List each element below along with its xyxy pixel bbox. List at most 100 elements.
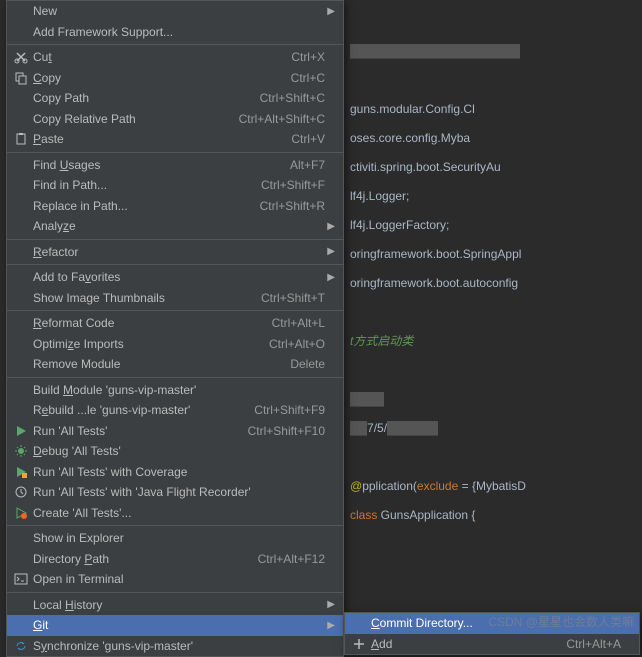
menu-separator <box>7 264 343 265</box>
menu-separator <box>7 377 343 378</box>
obscured-text: ████████████████████ <box>350 44 520 58</box>
menu-item-run-all-tests-with-java-flight-recorder[interactable]: Run 'All Tests' with 'Java Flight Record… <box>7 482 343 503</box>
paste-icon <box>11 132 31 146</box>
menu-item-local-history[interactable]: Local History▶ <box>7 595 343 616</box>
menu-item-optimize-imports[interactable]: Optimize ImportsCtrl+Alt+O <box>7 334 343 355</box>
plus-icon <box>349 637 369 651</box>
menu-shortcut: Ctrl+Alt+Shift+C <box>231 112 325 126</box>
menu-item-run-all-tests-with-coverage[interactable]: Run 'All Tests' with Coverage <box>7 462 343 483</box>
menu-item-label: Refactor <box>31 245 325 259</box>
menu-item-open-in-terminal[interactable]: Open in Terminal <box>7 569 343 590</box>
coverage-icon <box>11 465 31 479</box>
submenu-arrow-icon: ▶ <box>325 246 335 257</box>
menu-shortcut: Ctrl+V <box>283 132 325 146</box>
menu-item-label: Add to Favorites <box>31 270 325 284</box>
context-menu[interactable]: New▶Add Framework Support...CutCtrl+XCop… <box>6 0 344 657</box>
menu-item-label: Find Usages <box>31 158 282 172</box>
menu-shortcut: Alt+F7 <box>282 158 325 172</box>
menu-shortcut: Ctrl+Alt+O <box>261 337 325 351</box>
menu-item-label: Build Module 'guns-vip-master' <box>31 383 325 397</box>
menu-item-label: Rebuild ...le 'guns-vip-master' <box>31 403 246 417</box>
menu-item-synchronize-guns-vip-master[interactable]: Synchronize 'guns-vip-master' <box>7 636 343 657</box>
menu-shortcut: Ctrl+Shift+F10 <box>240 424 325 438</box>
menu-item-label: Synchronize 'guns-vip-master' <box>31 639 325 653</box>
terminal-icon <box>11 572 31 586</box>
menu-item-label: Reformat Code <box>31 316 264 330</box>
menu-item-add-to-favorites[interactable]: Add to Favorites▶ <box>7 267 343 288</box>
menu-item-label: Optimize Imports <box>31 337 261 351</box>
menu-item-add[interactable]: AddCtrl+Alt+A <box>345 634 639 655</box>
cut-icon <box>11 50 31 64</box>
menu-shortcut: Ctrl+Shift+R <box>252 199 325 213</box>
menu-separator <box>7 592 343 593</box>
menu-item-debug-all-tests[interactable]: Debug 'All Tests' <box>7 441 343 462</box>
menu-item-label: New <box>31 4 325 18</box>
menu-item-new[interactable]: New▶ <box>7 1 343 22</box>
menu-shortcut: Delete <box>282 357 325 371</box>
menu-item-analyze[interactable]: Analyze▶ <box>7 216 343 237</box>
menu-item-label: Show in Explorer <box>31 531 325 545</box>
menu-item-show-in-explorer[interactable]: Show in Explorer <box>7 528 343 549</box>
menu-shortcut: Ctrl+Shift+F <box>253 178 325 192</box>
menu-item-copy[interactable]: CopyCtrl+C <box>7 68 343 89</box>
menu-separator <box>7 152 343 153</box>
menu-separator <box>7 310 343 311</box>
sync-icon <box>11 639 31 653</box>
submenu-arrow-icon: ▶ <box>325 620 335 631</box>
menu-item-copy-path[interactable]: Copy PathCtrl+Shift+C <box>7 88 343 109</box>
menu-shortcut: Ctrl+Shift+C <box>252 91 325 105</box>
menu-item-find-usages[interactable]: Find UsagesAlt+F7 <box>7 155 343 176</box>
menu-item-label: Analyze <box>31 219 325 233</box>
menu-item-copy-relative-path[interactable]: Copy Relative PathCtrl+Alt+Shift+C <box>7 109 343 130</box>
menu-item-remove-module[interactable]: Remove ModuleDelete <box>7 354 343 375</box>
menu-item-cut[interactable]: CutCtrl+X <box>7 47 343 68</box>
menu-separator <box>7 44 343 45</box>
menu-item-run-all-tests[interactable]: Run 'All Tests'Ctrl+Shift+F10 <box>7 421 343 442</box>
menu-item-label: Copy Path <box>31 91 252 105</box>
menu-shortcut: Ctrl+Alt+F12 <box>250 552 325 566</box>
watermark: CSDN @星星也会数人类嘛 <box>488 613 634 630</box>
menu-item-label: Run 'All Tests' with 'Java Flight Record… <box>31 485 325 499</box>
submenu-arrow-icon: ▶ <box>325 272 335 283</box>
menu-item-label: Debug 'All Tests' <box>31 444 325 458</box>
copy-icon <box>11 71 31 85</box>
menu-item-label: Run 'All Tests' with Coverage <box>31 465 325 479</box>
menu-item-label: Remove Module <box>31 357 282 371</box>
menu-item-label: Replace in Path... <box>31 199 252 213</box>
menu-item-rebuild-le-guns-vip-master[interactable]: Rebuild ...le 'guns-vip-master'Ctrl+Shif… <box>7 400 343 421</box>
menu-item-label: Copy <box>31 71 283 85</box>
menu-item-reformat-code[interactable]: Reformat CodeCtrl+Alt+L <box>7 313 343 334</box>
menu-item-label: Create 'All Tests'... <box>31 506 325 520</box>
submenu-arrow-icon: ▶ <box>325 221 335 232</box>
menu-shortcut: Ctrl+Alt+A <box>558 637 621 651</box>
menu-item-directory-path[interactable]: Directory PathCtrl+Alt+F12 <box>7 549 343 570</box>
menu-item-replace-in-path[interactable]: Replace in Path...Ctrl+Shift+R <box>7 196 343 217</box>
debug-icon <box>11 444 31 458</box>
menu-item-label: Local History <box>31 598 325 612</box>
menu-item-show-image-thumbnails[interactable]: Show Image ThumbnailsCtrl+Shift+T <box>7 288 343 309</box>
jfr-icon <box>11 485 31 499</box>
menu-item-find-in-path[interactable]: Find in Path...Ctrl+Shift+F <box>7 175 343 196</box>
menu-item-label: Paste <box>31 132 283 146</box>
run-icon <box>11 424 31 438</box>
menu-item-label: Copy Relative Path <box>31 112 231 126</box>
menu-item-add-framework-support[interactable]: Add Framework Support... <box>7 22 343 43</box>
menu-item-label: Show Image Thumbnails <box>31 291 253 305</box>
menu-item-label: Find in Path... <box>31 178 253 192</box>
menu-item-git[interactable]: Git▶ <box>7 615 343 636</box>
menu-item-refactor[interactable]: Refactor▶ <box>7 242 343 263</box>
menu-separator <box>7 239 343 240</box>
menu-shortcut: Ctrl+C <box>283 71 325 85</box>
menu-item-label: Add Framework Support... <box>31 25 325 39</box>
menu-shortcut: Ctrl+Shift+T <box>253 291 325 305</box>
menu-item-label: Add <box>369 637 558 651</box>
menu-item-paste[interactable]: PasteCtrl+V <box>7 129 343 150</box>
submenu-arrow-icon: ▶ <box>325 6 335 17</box>
create-icon <box>11 506 31 520</box>
menu-shortcut: Ctrl+Alt+L <box>264 316 325 330</box>
menu-item-label: Open in Terminal <box>31 572 325 586</box>
menu-shortcut: Ctrl+Shift+F9 <box>246 403 325 417</box>
menu-item-label: Git <box>31 618 325 632</box>
menu-item-build-module-guns-vip-master[interactable]: Build Module 'guns-vip-master' <box>7 380 343 401</box>
menu-item-create-all-tests[interactable]: Create 'All Tests'... <box>7 503 343 524</box>
